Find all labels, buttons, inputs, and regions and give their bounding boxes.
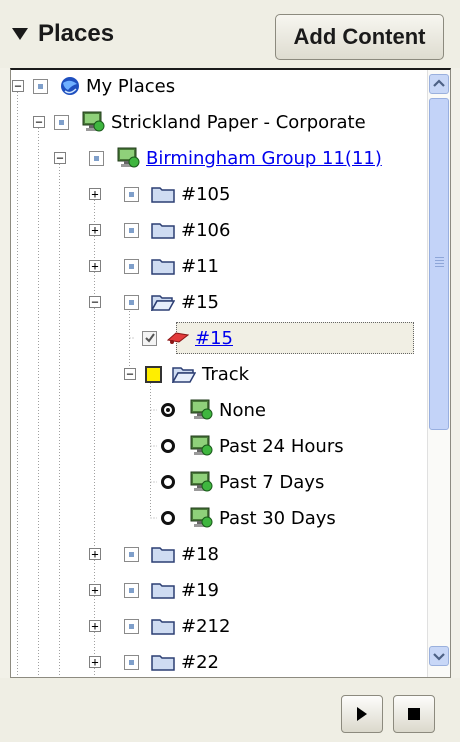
tree-node-label: My Places <box>86 75 176 97</box>
tristate-checkbox[interactable] <box>124 258 139 274</box>
collapse-toggle[interactable]: − <box>124 368 136 380</box>
tree-node-label: #106 <box>181 219 231 241</box>
play-icon <box>357 707 367 721</box>
tree-node-folder[interactable]: #212 <box>124 610 230 642</box>
tree-node-label: Track <box>202 363 250 385</box>
track-option-label: Past 24 Hours <box>219 435 344 457</box>
scroll-up-button[interactable] <box>429 74 449 94</box>
tree-node-folder[interactable]: #106 <box>124 214 230 246</box>
folder-icon <box>151 187 175 203</box>
stop-icon <box>408 708 420 720</box>
track-option-label: None <box>219 399 266 421</box>
collapse-triangle-icon <box>12 28 28 40</box>
tree-node-link[interactable]: #15 <box>195 328 233 349</box>
folder-icon <box>151 547 175 563</box>
tristate-checkbox[interactable] <box>124 582 139 598</box>
expand-toggle[interactable]: + <box>89 224 101 236</box>
tristate-checkbox[interactable] <box>124 546 139 562</box>
expand-toggle[interactable]: + <box>89 656 101 668</box>
tree-node-birmingham-group[interactable]: Birmingham Group 11(11) <box>89 142 382 174</box>
tree-node-folder[interactable]: #105 <box>124 178 230 210</box>
tristate-checkbox[interactable] <box>124 294 139 310</box>
track-option-none[interactable]: None <box>161 394 266 426</box>
folder-icon <box>151 619 175 635</box>
open-folder-icon <box>172 367 196 383</box>
radio-button[interactable] <box>161 511 175 525</box>
collapse-toggle[interactable]: − <box>89 296 101 308</box>
vehicle-pin-icon <box>167 332 189 344</box>
collapse-toggle[interactable]: − <box>33 116 45 128</box>
place-group-icon <box>190 399 213 420</box>
track-option-label: Past 7 Days <box>219 471 325 493</box>
expand-toggle[interactable]: + <box>89 548 101 560</box>
radio-selected[interactable] <box>161 403 175 417</box>
tristate-checkbox[interactable] <box>33 78 48 94</box>
radio-button[interactable] <box>161 439 175 453</box>
tree-node-label: #212 <box>181 615 231 637</box>
tristate-checkbox[interactable] <box>124 654 139 670</box>
expand-toggle[interactable]: + <box>89 188 101 200</box>
tristate-checkbox[interactable] <box>54 114 69 130</box>
tree-node-label: #11 <box>181 255 219 277</box>
tree-node-my-places[interactable]: My Places <box>33 70 175 102</box>
open-folder-icon <box>151 295 175 311</box>
tristate-checkbox[interactable] <box>124 618 139 634</box>
folder-icon <box>151 655 175 671</box>
tree-node-strickland[interactable]: Strickland Paper - Corporate <box>54 106 366 138</box>
expand-toggle[interactable]: + <box>89 260 101 272</box>
tree-node-label: #19 <box>181 579 219 601</box>
collapse-toggle[interactable]: − <box>12 80 24 92</box>
tree-node-folder-open[interactable]: #15 <box>124 286 219 318</box>
track-option-label: Past 30 Days <box>219 507 336 529</box>
track-option-7d[interactable]: Past 7 Days <box>161 466 324 498</box>
play-button[interactable] <box>341 695 383 733</box>
tree-node-folder[interactable]: #22 <box>124 646 219 677</box>
place-group-icon <box>190 435 213 456</box>
tree-node-asset[interactable]: #15 <box>142 322 233 354</box>
scroll-thumb[interactable] <box>429 98 449 430</box>
scroll-down-button[interactable] <box>429 646 449 666</box>
globe-icon <box>61 77 79 95</box>
track-option-30d[interactable]: Past 30 Days <box>161 502 336 534</box>
tree-node-folder[interactable]: #19 <box>124 574 219 606</box>
tree-node-label: #15 <box>181 291 219 313</box>
tristate-checkbox[interactable] <box>124 186 139 202</box>
tree-node-link[interactable]: Birmingham Group 11(11) <box>146 148 382 169</box>
folder-icon <box>151 223 175 239</box>
folder-icon <box>151 259 175 275</box>
place-group-icon <box>117 147 140 168</box>
tree-node-label: #22 <box>181 651 219 673</box>
tree-node-label: #18 <box>181 543 219 565</box>
checkbox-checked[interactable] <box>142 330 157 346</box>
collapse-toggle[interactable]: − <box>54 152 66 164</box>
places-title: Places <box>38 20 115 47</box>
expand-toggle[interactable]: + <box>89 584 101 596</box>
track-option-24h[interactable]: Past 24 Hours <box>161 430 344 462</box>
chevron-down-icon <box>433 653 445 661</box>
chevron-up-icon <box>433 79 445 87</box>
places-header: Places Add Content <box>0 0 460 68</box>
place-group-icon <box>190 507 213 528</box>
expand-toggle[interactable]: + <box>89 620 101 632</box>
radio-button[interactable] <box>161 475 175 489</box>
partial-checkbox[interactable] <box>145 365 162 383</box>
playback-toolbar <box>0 678 460 742</box>
tree-node-label: Strickland Paper - Corporate <box>111 111 366 133</box>
stop-button[interactable] <box>393 695 435 733</box>
tree-node-folder[interactable]: #11 <box>124 250 219 282</box>
add-content-button[interactable]: Add Content <box>275 14 444 60</box>
tree-node-label: #105 <box>181 183 231 205</box>
folder-icon <box>151 583 175 599</box>
tristate-checkbox[interactable] <box>124 222 139 238</box>
tristate-checkbox[interactable] <box>89 150 104 166</box>
places-tree: − My Places − Strickland Paper - Corpora… <box>10 68 451 678</box>
vertical-scrollbar[interactable] <box>427 70 450 677</box>
tree-node-track[interactable]: Track <box>145 358 249 390</box>
place-group-icon <box>190 471 213 492</box>
tree-node-folder[interactable]: #18 <box>124 538 219 570</box>
places-title-toggle[interactable]: Places <box>12 20 114 48</box>
place-group-icon <box>82 111 105 132</box>
